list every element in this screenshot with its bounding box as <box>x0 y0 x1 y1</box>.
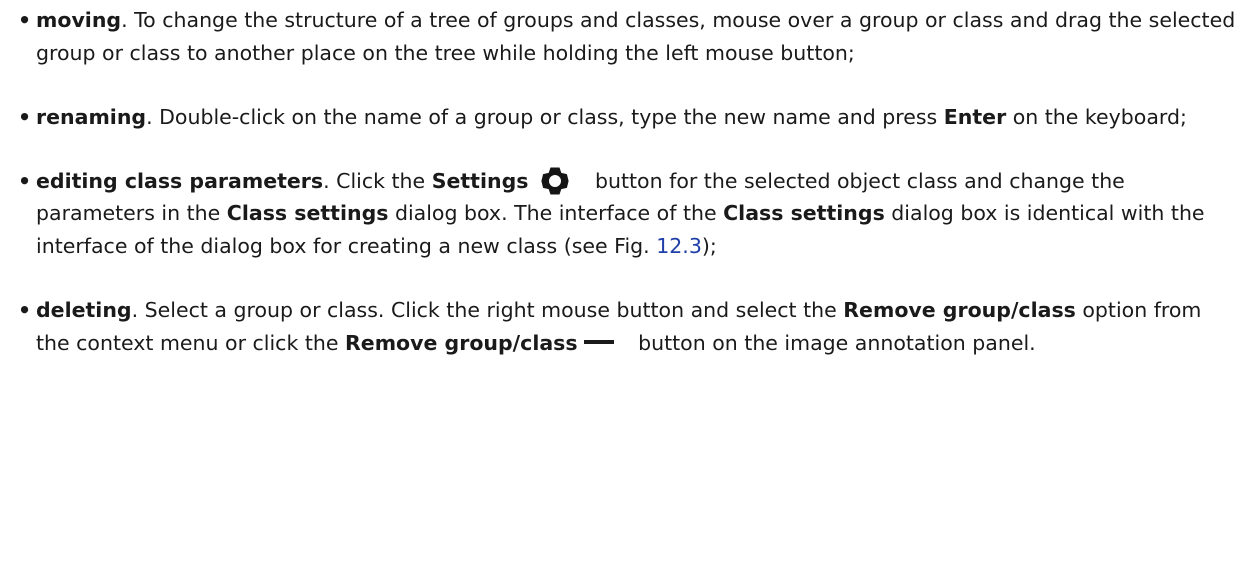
document-page: • moving. To change the structure of a t… <box>0 0 1254 576</box>
item-text: dialog box. The interface of the <box>388 201 724 226</box>
term-deleting: deleting <box>36 298 132 323</box>
term-moving: moving <box>36 8 122 32</box>
list-item-deleting: • deleting. Select a group or class. Cli… <box>14 294 1240 359</box>
list-item-editing-class-parameters: • editing class parameters. Click the Se… <box>14 165 1240 263</box>
item-text: . Click the <box>323 168 432 193</box>
key-enter: Enter <box>943 104 1007 129</box>
item-text: button on the image annotation panel. <box>631 330 1036 355</box>
item-text: on the keyboard; <box>1006 104 1187 129</box>
bullet-list: • moving. To change the structure of a t… <box>14 4 1240 359</box>
bullet-marker: • <box>18 8 32 32</box>
term-editing-class-parameters: editing class parameters <box>36 168 324 193</box>
item-text: . Select a group or class. Click the rig… <box>131 298 844 323</box>
dialog-name: Class settings <box>723 201 885 226</box>
item-text: . Double-click on the name of a group or… <box>146 104 944 129</box>
figure-reference-link[interactable]: 12.3 <box>656 234 702 258</box>
term-renaming: renaming <box>36 104 147 129</box>
bullet-marker: • <box>18 298 32 323</box>
bullet-marker: • <box>18 104 32 129</box>
minus-icon <box>583 339 614 344</box>
settings-label: Settings <box>431 168 529 193</box>
option-remove-group-class: Remove group/class <box>843 298 1076 323</box>
bullet-marker: • <box>18 168 32 193</box>
item-text: ); <box>701 233 717 258</box>
list-item-renaming: • renaming. Double-click on the name of … <box>14 101 1240 134</box>
dialog-name: Class settings <box>226 201 389 226</box>
item-text: . To change the structure of a tree of g… <box>36 8 1236 65</box>
gear-icon <box>540 166 570 196</box>
list-item-moving: • moving. To change the structure of a t… <box>14 4 1240 69</box>
option-remove-group-class: Remove group/class <box>345 330 578 355</box>
